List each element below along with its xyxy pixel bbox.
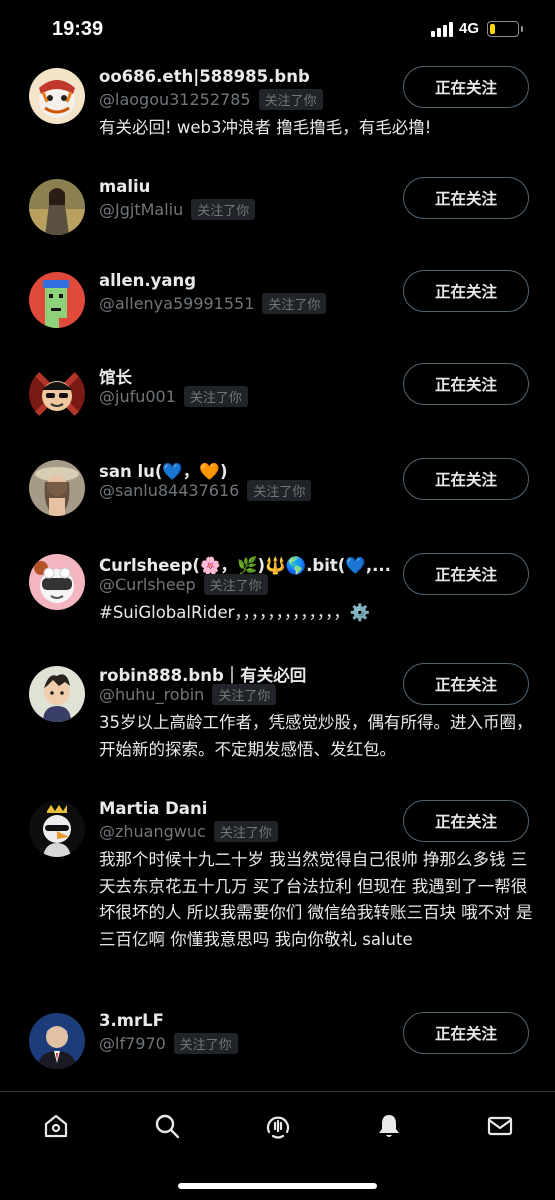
following-button[interactable]: 正在关注 (403, 270, 529, 312)
user-name: allen.yang (99, 271, 197, 290)
sheep-vr-avatar[interactable] (29, 554, 85, 610)
following-button[interactable]: 正在关注 (403, 363, 529, 405)
follows-you-badge: 关注了你 (213, 821, 278, 842)
handle-row: @sanlu84437616 关注了你 (99, 480, 312, 501)
woman-photo-avatar[interactable] (29, 179, 85, 235)
follows-you-badge: 关注了你 (183, 386, 248, 407)
following-button[interactable]: 正在关注 (403, 553, 529, 595)
home-indicator (178, 1183, 377, 1189)
user-bio: 有关必回! web3冲浪者 撸毛撸毛，有毛必撸! (99, 118, 432, 137)
list-item[interactable]: allen.yang @allenya59991551 关注了你 正在关注 (0, 266, 555, 359)
status-indicators: 4G (430, 20, 523, 37)
user-name: Martia Dani (99, 799, 208, 818)
user-handle: @zhuangwuc (99, 822, 206, 841)
list-item[interactable]: Martia Dani @zhuangwuc 关注了你 我那个时候十九二十岁 我… (0, 794, 555, 1006)
following-button[interactable]: 正在关注 (403, 177, 529, 219)
user-bio: 我那个时候十九二十岁 我当然觉得自己很帅 挣那么多钱 三天去东京花五十几万 买了… (99, 850, 533, 949)
follows-you-badge: 关注了你 (258, 89, 323, 110)
user-name: robin888.bnb｜有关必回 (99, 666, 307, 685)
cartoon-man-avatar[interactable] (29, 666, 85, 722)
follows-you-badge: 关注了你 (247, 480, 312, 501)
handle-row: @Curlsheep 关注了你 (99, 574, 268, 595)
pixel-punk-avatar[interactable] (29, 272, 85, 328)
list-item[interactable]: oo686.eth|588985.bnb @laogou31252785 关注了… (0, 62, 555, 172)
list-item[interactable]: 馆长 @jufu001 关注了你 正在关注 (0, 359, 555, 453)
woman-hat-avatar[interactable] (29, 460, 85, 516)
following-button[interactable]: 正在关注 (403, 800, 529, 842)
user-name: san lu(💙，🧡) (99, 462, 228, 481)
home-icon[interactable] (36, 1106, 76, 1146)
list-item[interactable]: san lu(💙，🧡) @sanlu84437616 关注了你 正在关注 (0, 453, 555, 547)
following-button[interactable]: 正在关注 (403, 458, 529, 500)
user-handle: @jufu001 (99, 387, 176, 406)
cellular-signal-icon (430, 21, 453, 37)
user-handle: @Curlsheep (99, 575, 196, 594)
search-icon[interactable] (147, 1106, 187, 1146)
user-name: 3.mrLF (99, 1011, 164, 1030)
list-item[interactable]: 3.mrLF @lf7970 关注了你 正在关注 (0, 1006, 555, 1096)
follows-you-badge: 关注了你 (212, 684, 277, 705)
man-suit-avatar[interactable] (29, 1013, 85, 1069)
user-handle: @laogou31252785 (99, 90, 251, 109)
status-bar: 19:39 4G (0, 0, 555, 62)
user-name: 馆长 (99, 368, 132, 387)
user-handle: @sanlu84437616 (99, 481, 240, 500)
user-name: oo686.eth|588985.bnb (99, 67, 310, 86)
spaces-icon[interactable] (258, 1106, 298, 1146)
notifications-icon[interactable] (369, 1106, 409, 1146)
handle-row: @JgjtMaliu 关注了你 (99, 199, 256, 220)
cartoon-man-sunglasses-avatar[interactable] (29, 366, 85, 422)
user-name: maliu (99, 177, 151, 196)
following-button[interactable]: 正在关注 (403, 66, 529, 108)
network-type: 4G (458, 20, 479, 37)
handle-row: @allenya59991551 关注了你 (99, 293, 327, 314)
handle-row: @lf7970 关注了你 (99, 1033, 238, 1054)
user-handle: @lf7970 (99, 1034, 166, 1053)
following-button[interactable]: 正在关注 (403, 1012, 529, 1054)
user-bio: 35岁以上高龄工作者，凭感觉炒股，偶有所得。进入币圈，开始新的探索。不定期发感悟… (99, 713, 533, 759)
user-handle: @allenya59991551 (99, 294, 255, 313)
user-handle: @huhu_robin (99, 685, 205, 704)
battery-icon (487, 20, 523, 37)
user-bio: #SuiGlobalRider，，，，，，，，，，，，，⚙️ (99, 603, 371, 622)
following-button[interactable]: 正在关注 (403, 663, 529, 705)
follows-you-badge: 关注了你 (203, 574, 268, 595)
user-handle: @JgjtMaliu (99, 200, 184, 219)
list-item[interactable]: robin888.bnb｜有关必回 @huhu_robin 关注了你 35岁以上… (0, 657, 555, 794)
handle-row: @zhuangwuc 关注了你 (99, 821, 278, 842)
handle-row: @laogou31252785 关注了你 (99, 89, 323, 110)
messages-icon[interactable] (480, 1106, 520, 1146)
list-item[interactable]: Curlsheep(🌸，🌿)🔱🌎.bit(💙,... @Curlsheep 关注… (0, 547, 555, 657)
user-name: Curlsheep(🌸，🌿)🔱🌎.bit(💙,... (99, 556, 391, 575)
follows-you-badge: 关注了你 (173, 1033, 238, 1054)
handle-row: @jufu001 关注了你 (99, 386, 248, 407)
status-time: 19:39 (52, 18, 104, 40)
crowned-goose-avatar[interactable] (29, 801, 85, 857)
list-item[interactable]: maliu @JgjtMaliu 关注了你 正在关注 (0, 172, 555, 266)
follows-you-badge: 关注了你 (262, 293, 327, 314)
follows-you-badge: 关注了你 (191, 199, 256, 220)
handle-row: @huhu_robin 关注了你 (99, 684, 277, 705)
tiger-avatar[interactable] (29, 68, 85, 124)
